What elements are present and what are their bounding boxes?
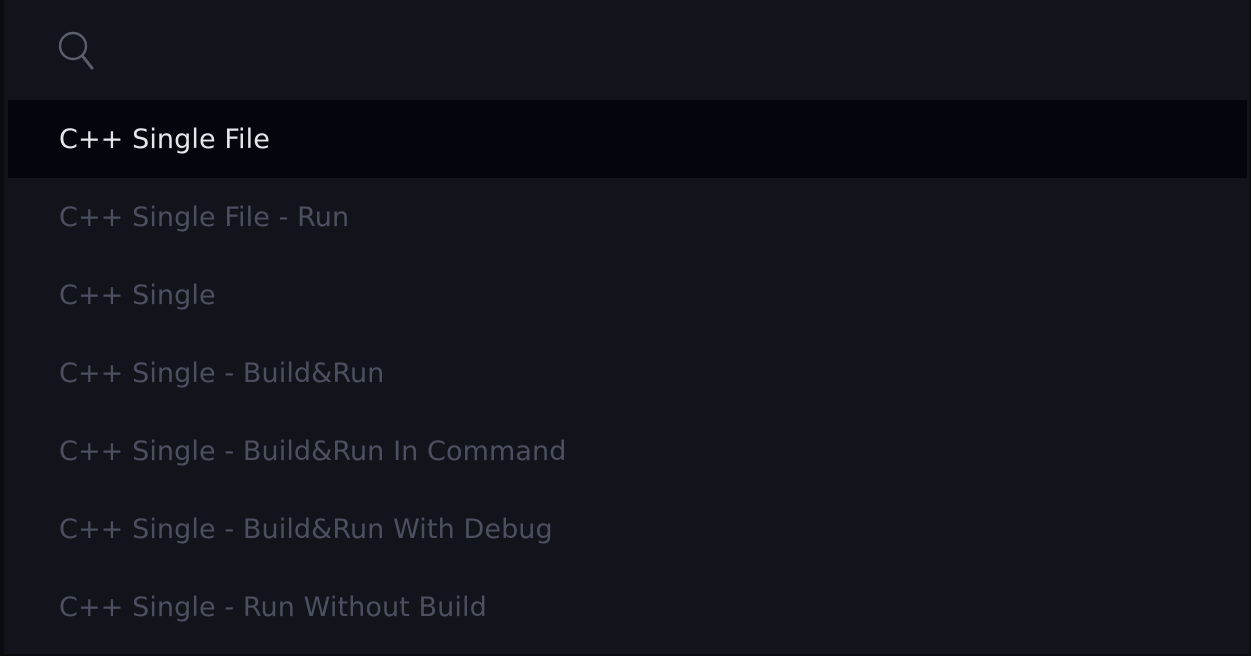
result-list: C++ Single File C++ Single File - Run C+… (8, 100, 1247, 652)
search-bar (8, 0, 1247, 100)
list-item[interactable]: C++ Single File (8, 100, 1247, 178)
search-icon (56, 28, 96, 72)
list-item[interactable]: C++ Single - Build&Run With Debug (8, 490, 1247, 568)
search-input[interactable] (108, 28, 1207, 74)
list-item[interactable]: C++ Single - Build&Run In Command (8, 412, 1247, 490)
list-item[interactable]: C++ Single File - Run (8, 178, 1247, 256)
list-item[interactable]: C++ Single - Build&Run (8, 334, 1247, 412)
list-item[interactable]: C++ Single - Run Without Build (8, 568, 1247, 646)
command-palette: C++ Single File C++ Single File - Run C+… (0, 0, 1251, 656)
list-item[interactable]: C++ Single (8, 256, 1247, 334)
